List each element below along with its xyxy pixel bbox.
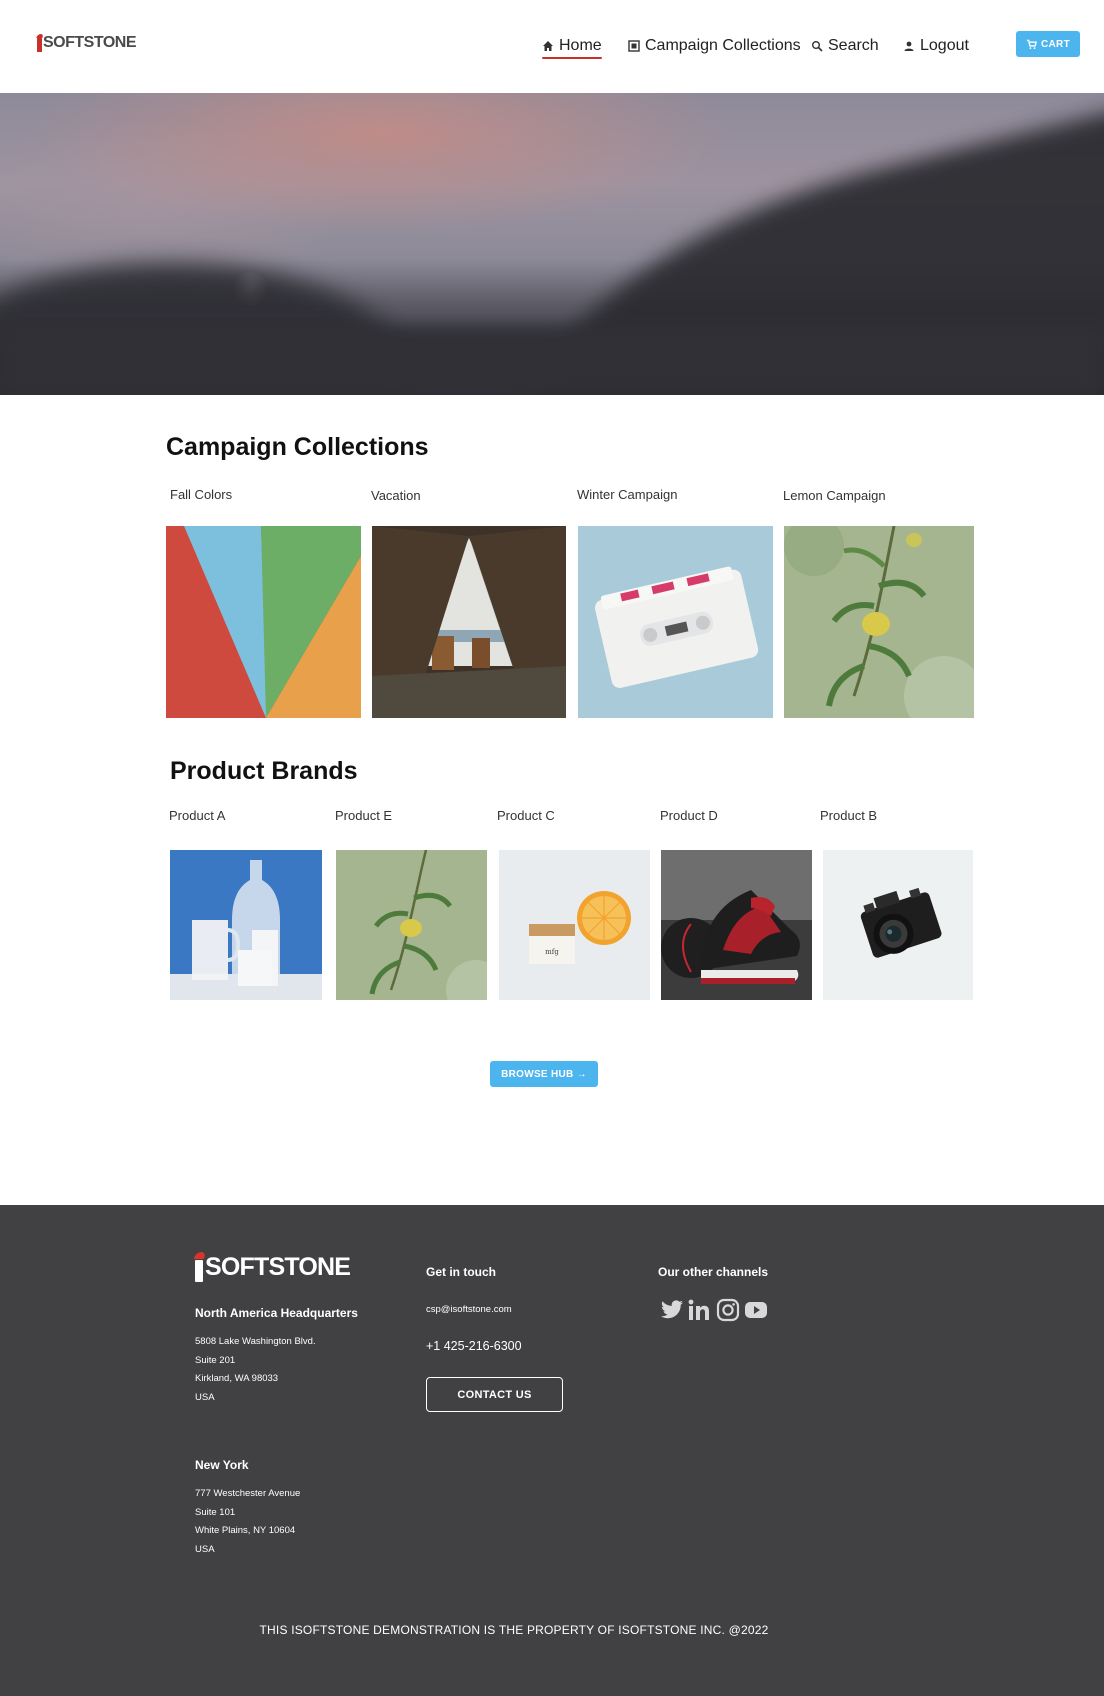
product-brands-title: Product Brands	[170, 757, 358, 785]
brand-image-b[interactable]	[823, 850, 973, 1000]
nav-home-label: Home	[559, 37, 602, 54]
campaign-label-winter: Winter Campaign	[577, 487, 678, 502]
logo-text: SOFTSTONE	[43, 34, 137, 51]
campaign-label-lemon: Lemon Campaign	[783, 488, 886, 503]
brand-image-c[interactable]: mfg	[499, 850, 650, 1000]
brand-image-a[interactable]	[170, 850, 322, 1000]
twitter-icon[interactable]	[660, 1298, 684, 1322]
contact-us-button[interactable]: CONTACT US	[426, 1377, 563, 1412]
tent-art	[372, 526, 566, 718]
campaign-image-fall-colors[interactable]	[166, 526, 361, 718]
contact-title: Get in touch	[426, 1265, 496, 1279]
nav-search-label: Search	[828, 37, 879, 54]
cassette-art	[578, 526, 773, 718]
brand-label-e: Product E	[335, 808, 393, 823]
ny-line-4: USA	[195, 1543, 215, 1555]
hq-line-2: Suite 201	[195, 1354, 236, 1366]
campaign-label-vacation: Vacation	[371, 488, 421, 503]
nav-search[interactable]: Search	[811, 37, 879, 55]
youtube-icon[interactable]	[744, 1298, 768, 1322]
nav-logout-label: Logout	[920, 37, 969, 54]
top-header: SOFTSTONE Home Campaign Collections Sear…	[0, 0, 1104, 93]
cart-icon	[1026, 39, 1037, 49]
isoftstone-logo[interactable]: SOFTSTONE	[37, 34, 137, 52]
browse-hub-button[interactable]: BROWSE HUB →	[490, 1061, 598, 1087]
campaign-image-lemon[interactable]	[784, 526, 974, 718]
collections-icon	[628, 40, 640, 52]
hero-ground	[0, 325, 1104, 395]
campaign-collections-title: Campaign Collections	[166, 433, 429, 461]
campaign-image-winter[interactable]	[578, 526, 773, 718]
brand-image-d[interactable]	[661, 850, 812, 1000]
ny-line-1: 777 Westchester Avenue	[195, 1488, 301, 1499]
person-icon	[904, 41, 914, 51]
hq-line-4: USA	[195, 1391, 215, 1403]
lemon-branch-art	[784, 526, 974, 718]
home-icon	[543, 41, 553, 51]
lemon-branch-art-small	[336, 850, 487, 1000]
sneaker-art	[661, 850, 812, 1000]
nav-logout[interactable]: Logout	[903, 37, 969, 55]
hq-line-1: 5808 Lake Washington Blvd.	[195, 1336, 316, 1347]
nav-campaign-collections-label: Campaign Collections	[645, 37, 801, 54]
brand-image-e[interactable]	[336, 850, 487, 1000]
fall-colors-art	[166, 526, 361, 718]
logo-mark	[37, 37, 42, 52]
cart-label: CART	[1041, 38, 1070, 50]
brand-label-c: Product C	[497, 808, 555, 823]
ny-line-2: Suite 101	[195, 1506, 236, 1518]
social-links	[660, 1298, 768, 1322]
hq-title: North America Headquarters	[195, 1306, 358, 1320]
jar-label-text: mfg	[545, 948, 559, 956]
nav-campaign-collections[interactable]: Campaign Collections	[628, 37, 801, 55]
ny-title: New York	[195, 1458, 249, 1472]
hq-line-3: Kirkland, WA 98033	[195, 1373, 279, 1384]
linkedin-icon[interactable]	[688, 1298, 712, 1322]
instagram-icon[interactable]	[716, 1298, 740, 1322]
camera-art	[823, 850, 973, 1000]
cream-jar-art: mfg	[499, 850, 650, 1000]
milk-art	[170, 850, 322, 1000]
copyright-text: THIS ISOFTSTONE DEMONSTRATION IS THE PRO…	[259, 1623, 769, 1637]
hq-address: 5808 Lake Washington Blvd. Suite 201 Kir…	[195, 1333, 316, 1407]
site-footer: SOFTSTONE North America Headquarters 580…	[0, 1205, 1104, 1696]
channels-title: Our other channels	[658, 1265, 769, 1279]
campaign-label-fall-colors: Fall Colors	[170, 487, 233, 502]
contact-email[interactable]: csp@isoftstone.com	[426, 1301, 512, 1320]
contact-phone[interactable]: +1 425-216-6300	[426, 1339, 522, 1353]
campaign-image-vacation[interactable]	[372, 526, 566, 718]
search-icon	[812, 41, 823, 52]
footer-logo-mark	[195, 1260, 203, 1282]
brand-label-d: Product D	[660, 808, 718, 823]
footer-logo-text: SOFTSTONE	[205, 1253, 351, 1281]
brand-label-b: Product B	[820, 808, 878, 823]
hero-banner	[0, 93, 1104, 395]
footer-logo[interactable]: SOFTSTONE	[195, 1253, 351, 1282]
ny-address: 777 Westchester Avenue Suite 101 White P…	[195, 1485, 300, 1559]
brand-label-a: Product A	[169, 808, 226, 823]
cart-button[interactable]: CART	[1016, 31, 1080, 57]
nav-home[interactable]: Home	[542, 37, 602, 59]
ny-line-3: White Plains, NY 10604	[195, 1525, 296, 1536]
